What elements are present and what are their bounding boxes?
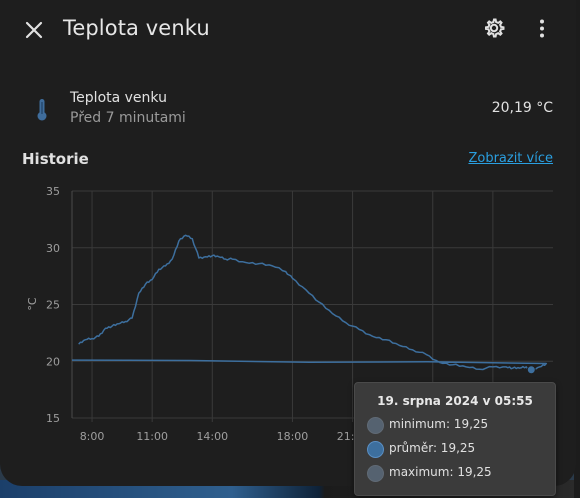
gear-icon xyxy=(485,18,505,38)
settings-button[interactable] xyxy=(480,14,508,42)
history-title: Historie xyxy=(22,150,89,168)
close-button[interactable] xyxy=(18,14,50,46)
tooltip-title: 19. srpna 2024 v 05:55 xyxy=(377,394,533,408)
y-tick-label: 30 xyxy=(46,242,60,255)
entity-name: Teplota venku xyxy=(70,90,167,106)
y-tick-label: 20 xyxy=(46,355,60,368)
y-axis-label: °C xyxy=(26,297,39,311)
tooltip-label-minimum: minimum: 19,25 xyxy=(389,417,489,431)
highlight-point xyxy=(526,365,536,375)
show-more-link[interactable]: Zobrazit více xyxy=(468,151,553,166)
more-options-button[interactable] xyxy=(528,14,556,42)
y-tick-label: 25 xyxy=(46,299,60,312)
tooltip-dot-average xyxy=(367,441,384,458)
dialog-header: Teplota venku xyxy=(0,0,576,58)
x-tick-label: 8:00 xyxy=(80,430,105,443)
close-icon xyxy=(25,21,43,39)
y-tick-label: 35 xyxy=(46,185,60,198)
entity-row[interactable]: Teplota venku Před 7 minutami 20,19 °C xyxy=(0,84,576,134)
tooltip-label-maximum: maximum: 19,25 xyxy=(389,465,492,479)
entity-last-changed: Před 7 minutami xyxy=(70,110,186,126)
chart-tooltip: 19. srpna 2024 v 05:55 minimum: 19,25 pr… xyxy=(354,382,556,496)
series-line xyxy=(71,234,548,371)
x-tick-label: 11:00 xyxy=(136,430,168,443)
entity-value: 20,19 °C xyxy=(491,100,553,116)
tooltip-label-average: průměr: 19,25 xyxy=(389,441,476,455)
y-tick-label: 15 xyxy=(46,412,60,425)
more-vertical-icon xyxy=(540,19,544,38)
dialog-title: Teplota venku xyxy=(63,16,210,40)
x-tick-label: 18:00 xyxy=(277,430,309,443)
tooltip-dot-maximum xyxy=(367,465,384,482)
tooltip-dot-minimum xyxy=(367,417,384,434)
thermometer-icon xyxy=(37,99,47,121)
x-tick-label: 14:00 xyxy=(196,430,228,443)
